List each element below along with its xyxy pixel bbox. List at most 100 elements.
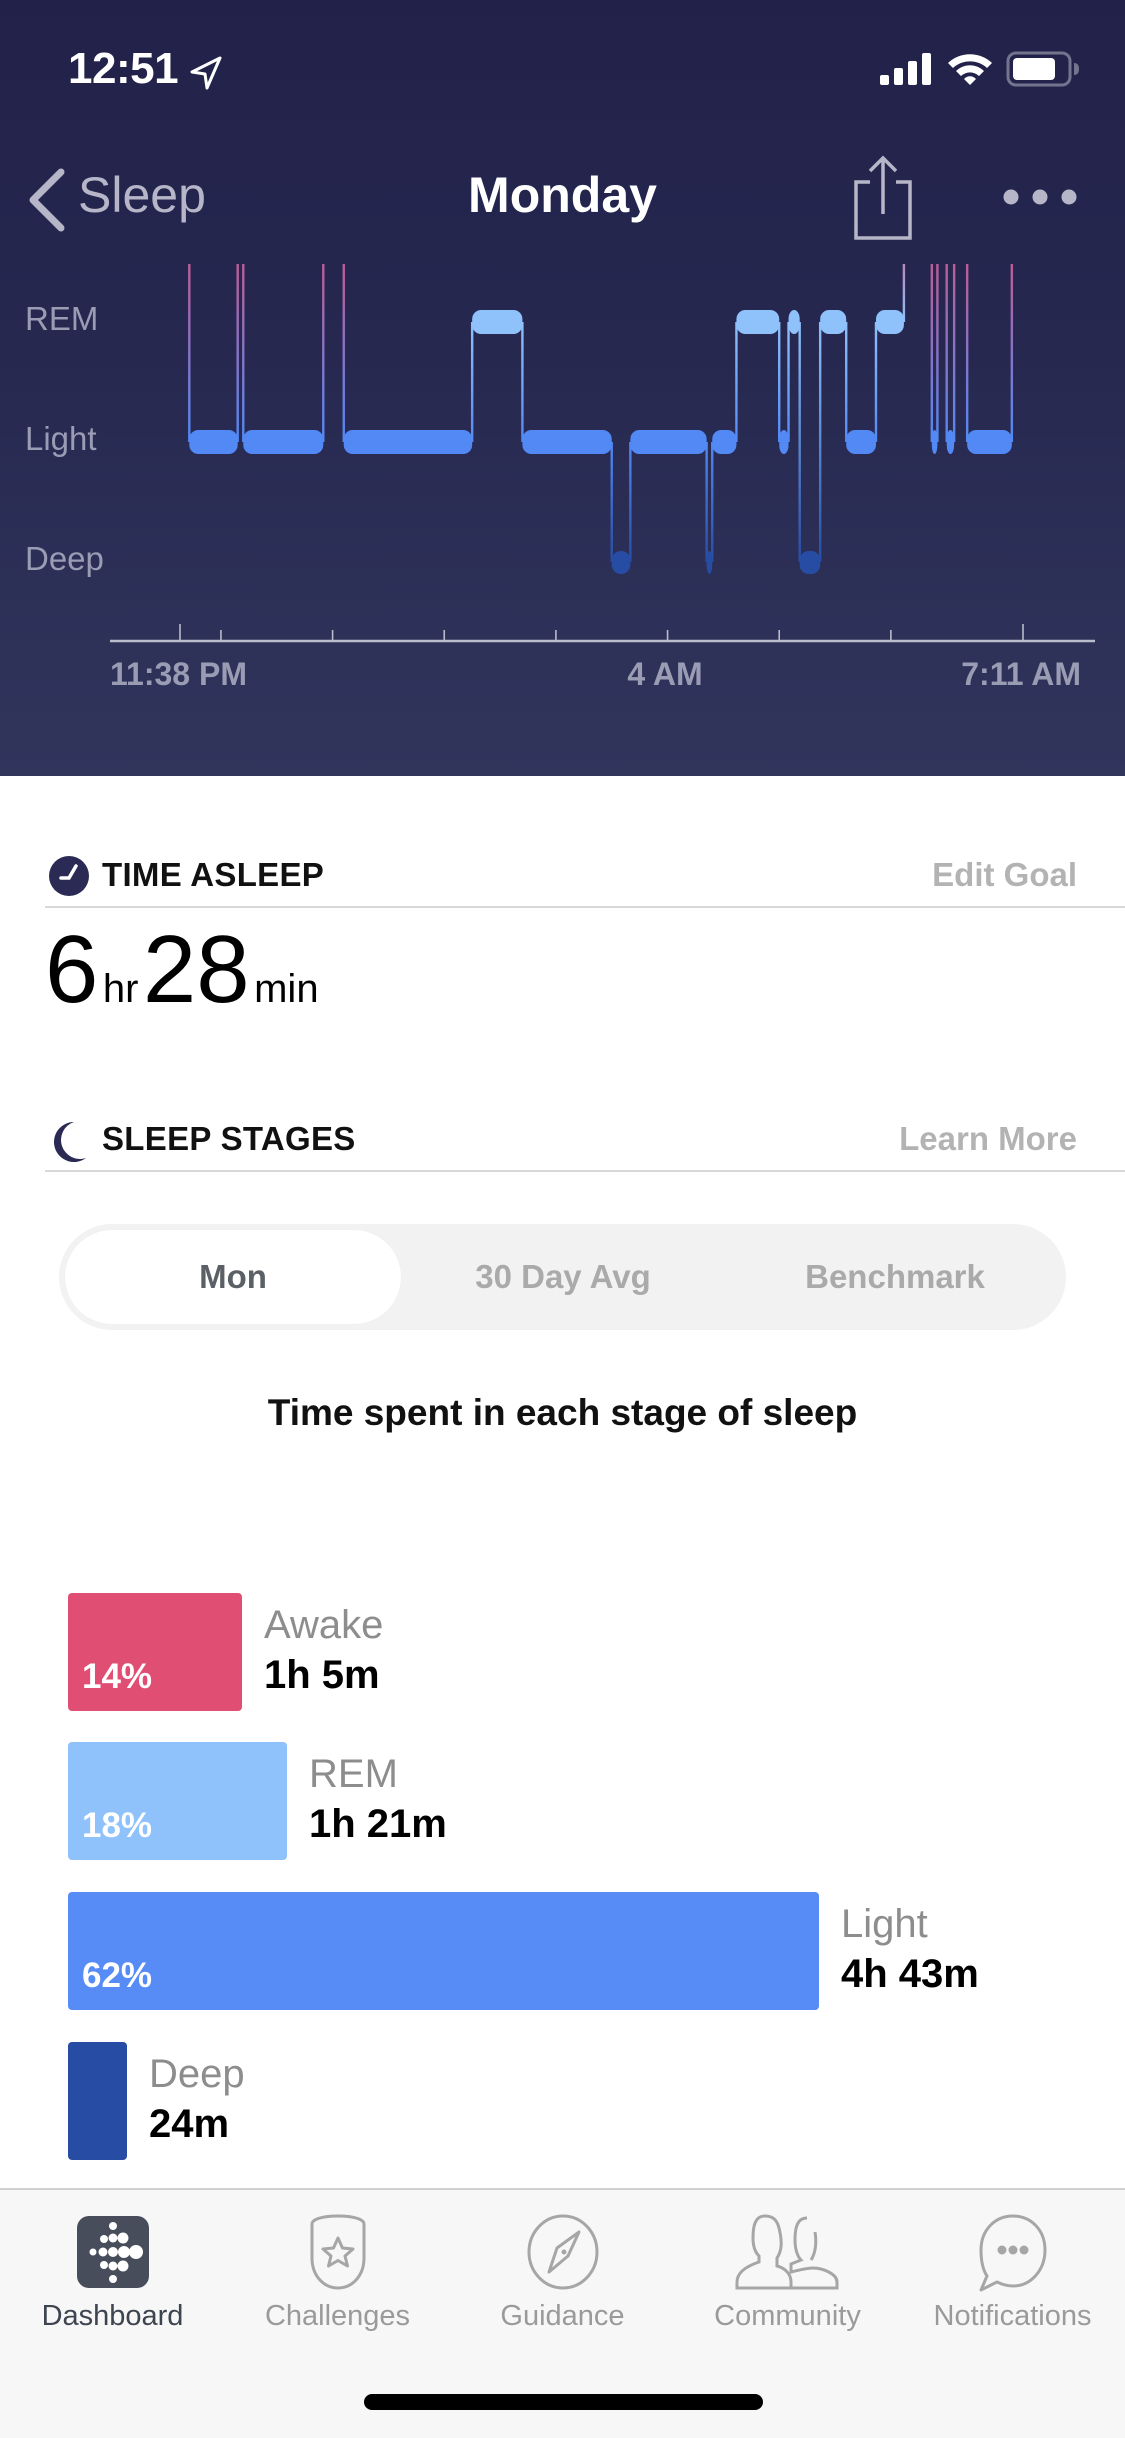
stage-bar: 14% xyxy=(68,1593,242,1711)
moon-icon xyxy=(53,1122,86,1162)
stage-transition-line xyxy=(242,264,245,442)
stage-transition-line xyxy=(930,264,934,442)
tab-label: Challenges xyxy=(264,2300,411,2332)
stage-transition-line xyxy=(629,442,632,562)
stage-segment-awake xyxy=(954,190,967,214)
minutes-value: 28 xyxy=(142,916,250,1023)
stage-segment-light xyxy=(343,430,473,454)
stage-segment-light xyxy=(712,430,737,454)
stage-transition-line xyxy=(798,322,801,562)
stage-segment-light xyxy=(779,430,789,454)
stage-segment-awake xyxy=(1012,190,1023,214)
stage-segment-rem xyxy=(736,310,780,334)
stage-name: REM xyxy=(309,1752,398,1796)
sleep-stages-title: SLEEP STAGES xyxy=(102,1120,356,1157)
stage-segment-awake xyxy=(238,190,244,214)
x-label-mid: 4 AM xyxy=(627,656,703,692)
stage-transition-line xyxy=(188,264,191,442)
stage-name: Awake xyxy=(264,1603,384,1647)
stage-transition-line xyxy=(470,322,474,442)
sleep-hero-panel: 12:51 Sleep Monday REM Light Deep 11:38 … xyxy=(0,0,1125,776)
home-indicator[interactable] xyxy=(364,2394,763,2410)
stage-transition-line xyxy=(1010,264,1014,442)
stage-transition-line xyxy=(610,442,613,562)
community-people-icon xyxy=(735,2214,838,2290)
tab-label: Notifications xyxy=(933,2300,1092,2332)
stage-duration: 24m xyxy=(149,2102,230,2146)
time-asleep-value: 6 hr 28 min xyxy=(45,915,319,1025)
tab-label: Community xyxy=(714,2300,861,2332)
stage-transition-line xyxy=(965,264,969,442)
stage-segment-awake xyxy=(904,190,932,214)
chat-bubble-icon xyxy=(979,2214,1046,2292)
stage-transition-line xyxy=(874,322,878,442)
stage-segment-light xyxy=(967,430,1012,454)
stage-duration: 4h 43m xyxy=(841,1952,979,1996)
stage-segment-rem xyxy=(875,310,904,334)
stage-transition-line xyxy=(936,264,939,442)
stage-segment-light xyxy=(931,430,938,454)
stage-segment-rem xyxy=(820,310,847,334)
stage-transition-line xyxy=(818,322,822,562)
stage-segment-light xyxy=(846,430,876,454)
minutes-unit: min xyxy=(254,967,319,1011)
tab-30-day-avg[interactable]: 30 Day Avg xyxy=(395,1224,731,1330)
stage-transition-line xyxy=(342,264,345,442)
challenges-badge-icon xyxy=(310,2214,365,2290)
stage-transition-line xyxy=(902,264,906,322)
stage-segment-deep xyxy=(611,551,631,574)
tab-benchmark[interactable]: Benchmark xyxy=(727,1224,1063,1330)
stage-percent: 18% xyxy=(82,1806,153,1845)
time-asleep-divider xyxy=(45,906,1125,908)
tab-guidance[interactable]: Guidance xyxy=(450,2190,675,2360)
hours-value: 6 xyxy=(45,916,99,1023)
tab-label: Guidance xyxy=(500,2300,625,2332)
clock-icon xyxy=(49,856,89,896)
x-label-start: 11:38 PM xyxy=(110,656,247,692)
stage-segment-light xyxy=(630,430,707,454)
stage-segment-awake xyxy=(180,190,189,214)
tab-label: Dashboard xyxy=(41,2300,184,2332)
stage-transition-line xyxy=(845,322,848,442)
stage-transition-line xyxy=(705,442,708,562)
sleep-stages-divider xyxy=(45,1170,1125,1172)
stage-transition-line xyxy=(787,322,790,442)
stage-segment-rem xyxy=(472,310,523,334)
stage-percent: 14% xyxy=(82,1657,153,1696)
stage-transition-line xyxy=(735,322,738,442)
stage-segment-light xyxy=(189,430,238,454)
stage-transition-line xyxy=(236,264,239,442)
dashboard-icon xyxy=(76,2216,149,2288)
stage-bar: 62% xyxy=(68,1892,819,2010)
time-asleep-title: TIME ASLEEP xyxy=(102,856,325,893)
stages-chart-title: Time spent in each stage of sleep xyxy=(267,1392,858,1433)
stage-segment-deep xyxy=(706,551,713,574)
stage-segment-deep xyxy=(799,551,821,574)
stage-duration: 1h 21m xyxy=(309,1802,447,1846)
compass-icon xyxy=(527,2214,598,2290)
edit-goal-link[interactable]: Edit Goal xyxy=(932,856,1077,894)
stage-bar: 18% xyxy=(68,1742,287,1860)
tab-dashboard[interactable]: Dashboard xyxy=(0,2190,225,2360)
stage-duration: 1h 5m xyxy=(264,1653,380,1697)
stage-transition-line xyxy=(945,264,948,442)
stage-segment-awake xyxy=(937,190,946,214)
tab-challenges[interactable]: Challenges xyxy=(225,2190,450,2360)
stage-bar xyxy=(68,2042,127,2160)
stage-transition-line xyxy=(952,264,956,442)
stage-name: Light xyxy=(841,1902,928,1946)
stage-transition-line xyxy=(711,442,714,562)
stage-transition-line xyxy=(521,322,524,442)
stage-segment-awake xyxy=(323,190,343,214)
stage-transition-line xyxy=(778,322,781,442)
x-label-end: 7:11 AM xyxy=(961,656,1081,692)
learn-more-link[interactable]: Learn More xyxy=(899,1120,1077,1158)
tab-community[interactable]: Community xyxy=(675,2190,900,2360)
stage-segment-light xyxy=(243,430,324,454)
stage-period-segmented-control: Mon 30 Day Avg Benchmark xyxy=(59,1224,1066,1330)
stage-percent: 62% xyxy=(82,1956,153,1995)
stage-transition-line xyxy=(322,264,325,442)
tab-notifications[interactable]: Notifications xyxy=(900,2190,1125,2360)
tab-mon[interactable]: Mon xyxy=(65,1224,401,1330)
stage-segment-light xyxy=(522,430,612,454)
